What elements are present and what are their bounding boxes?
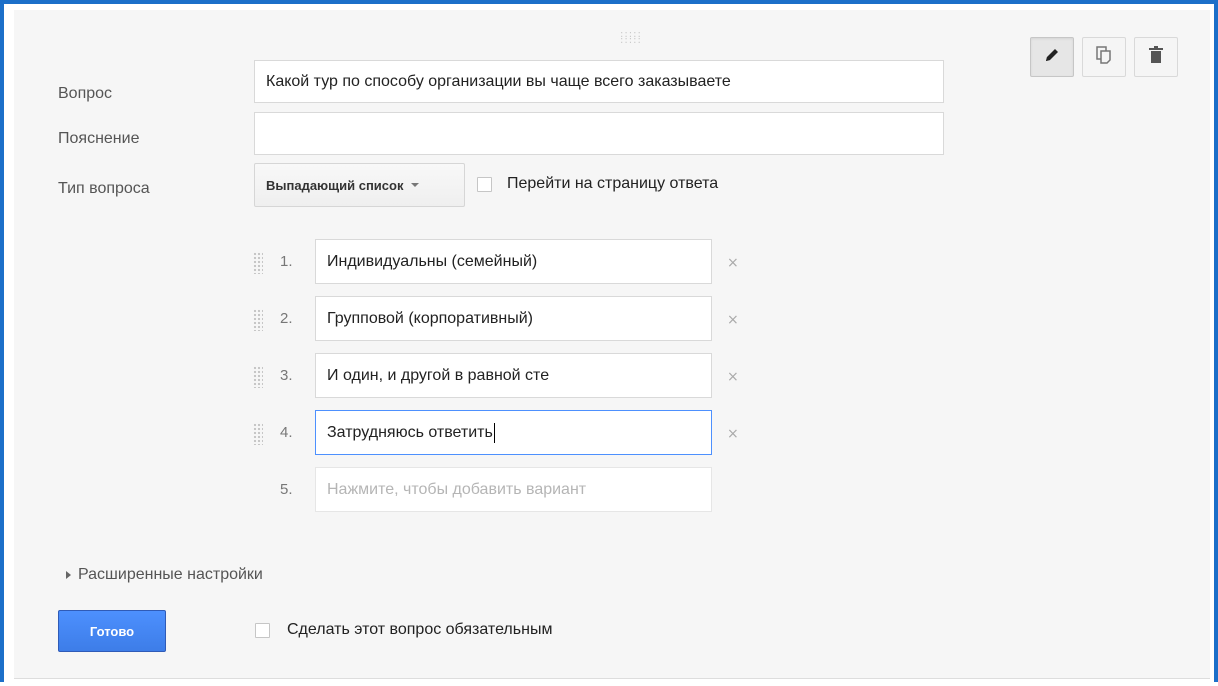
advanced-settings-toggle[interactable]: Расширенные настройки [66,566,263,584]
option-number: 3. [280,367,293,384]
go-to-page-checkbox[interactable] [477,177,492,192]
question-type-label: Тип вопроса [58,180,150,197]
grip-icon[interactable] [253,366,263,388]
help-text-input[interactable] [254,112,944,155]
option-number: 4. [280,424,293,441]
option-number: 5. [280,481,293,498]
question-label: Вопрос [58,85,113,102]
remove-option-icon[interactable]: × [727,426,739,442]
question-editor-panel: :::::::::: Вопрос Какой тур по способу о… [14,10,1210,679]
option-input[interactable]: Индивидуальны (семейный) [315,239,712,284]
copy-icon [1095,45,1113,70]
grip-icon[interactable] [253,309,263,331]
triangle-right-icon [66,571,71,579]
delete-button[interactable] [1134,37,1178,77]
add-option-placeholder: Нажмите, чтобы добавить вариант [327,480,587,498]
help-text-label: Пояснение [58,130,140,147]
option-value: Индивидуальны (семейный) [327,252,538,270]
option-input[interactable]: И один, и другой в равной сте [315,353,712,398]
option-value: Затрудняюсь ответить [327,423,493,441]
go-to-page-label: Перейти на страницу ответа [507,175,719,192]
option-number: 2. [280,310,293,327]
option-number: 1. [280,253,293,270]
option-value: Групповой (корпоративный) [327,309,533,327]
remove-option-icon[interactable]: × [727,369,739,385]
drag-handle-icon[interactable]: :::::::::: [620,30,642,46]
option-value: И один, и другой в равной сте [327,366,550,384]
add-option-input[interactable]: Нажмите, чтобы добавить вариант [315,467,712,512]
option-input-focused[interactable]: Затрудняюсь ответить [315,410,712,455]
grip-icon[interactable] [253,423,263,445]
question-type-dropdown[interactable]: Выпадающий список [254,163,465,207]
question-title-value: Какой тур по способу организации вы чаще… [266,72,731,90]
question-title-input[interactable]: Какой тур по способу организации вы чаще… [254,60,944,103]
advanced-settings-label: Расширенные настройки [78,566,263,583]
edit-button[interactable] [1030,37,1074,77]
required-label: Сделать этот вопрос обязательным [287,621,553,638]
option-input[interactable]: Групповой (корпоративный) [315,296,712,341]
window-frame: :::::::::: Вопрос Какой тур по способу о… [0,0,1218,682]
done-button-label: Готово [89,623,135,639]
trash-icon [1148,45,1164,70]
grip-icon[interactable] [253,252,263,274]
chevron-down-icon [411,183,420,187]
question-toolbar [1030,37,1178,77]
done-button[interactable]: Готово [58,610,166,652]
question-type-value: Выпадающий список [266,177,404,193]
duplicate-button[interactable] [1082,37,1126,77]
pencil-icon [1043,46,1061,69]
text-cursor [493,422,495,443]
remove-option-icon[interactable]: × [727,255,739,271]
required-checkbox[interactable] [255,623,270,638]
remove-option-icon[interactable]: × [727,312,739,328]
